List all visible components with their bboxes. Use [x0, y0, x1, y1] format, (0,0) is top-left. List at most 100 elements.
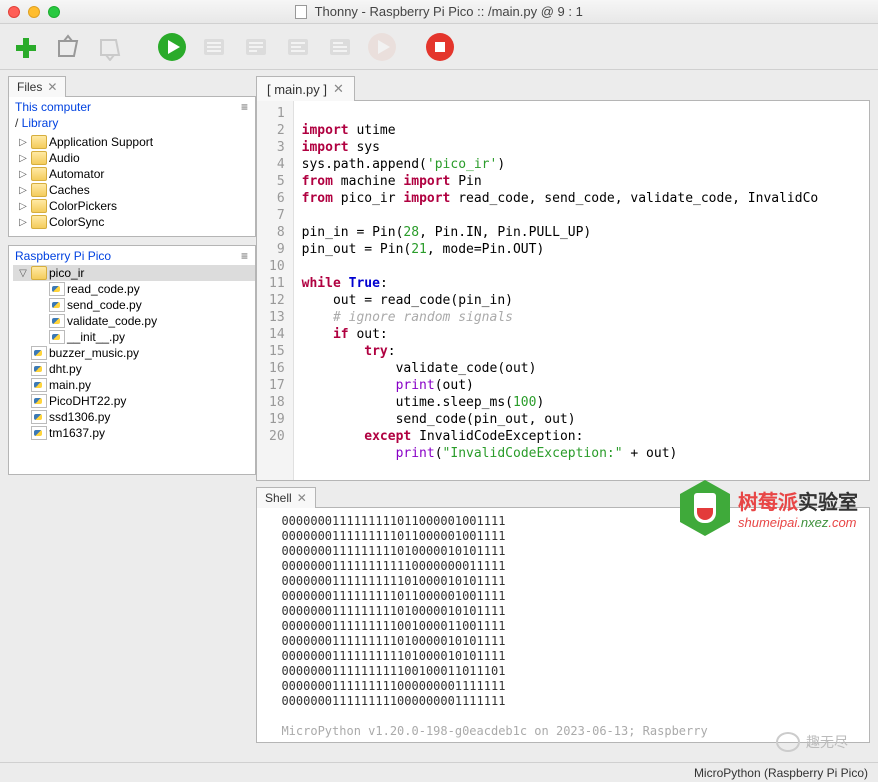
- shell-panel: Shell ✕ 0000000111111111011000001001111 …: [256, 487, 870, 743]
- shell-output[interactable]: 0000000111111111011000001001111 00000001…: [256, 508, 870, 743]
- files-panel: Files ✕ This computer ≡ / Library ▷ Appl…: [8, 76, 256, 237]
- tree-file-item[interactable]: send_code.py: [13, 297, 255, 313]
- python-file-icon: [49, 330, 65, 344]
- tree-item-label: tm1637.py: [49, 426, 105, 440]
- chevron-right-icon[interactable]: ▷: [17, 169, 29, 180]
- pico-header[interactable]: Raspberry Pi Pico ≡: [9, 246, 255, 265]
- tree-file-item[interactable]: read_code.py: [13, 281, 255, 297]
- tree-item-label: main.py: [49, 378, 91, 392]
- tree-folder-item[interactable]: ▷ Application Support: [13, 134, 255, 150]
- editor-area: [ main.py ] ✕ 12345678910111213141516171…: [256, 70, 878, 760]
- code-editor[interactable]: 1234567891011121314151617181920 import u…: [256, 101, 870, 481]
- titlebar: Thonny - Raspberry Pi Pico :: /main.py @…: [0, 0, 878, 24]
- window-title: Thonny - Raspberry Pi Pico :: /main.py @…: [0, 4, 878, 19]
- tree-file-item[interactable]: validate_code.py: [13, 313, 255, 329]
- code-content[interactable]: import utime import sys sys.path.append(…: [294, 101, 827, 480]
- python-file-icon: [31, 362, 47, 376]
- close-window-button[interactable]: [8, 6, 20, 18]
- pico-panel: Raspberry Pi Pico ≡ ▽ pico_ir read_code.…: [8, 245, 256, 475]
- this-computer-header[interactable]: This computer ≡: [9, 97, 255, 116]
- library-link[interactable]: Library: [22, 116, 59, 130]
- step-into-button[interactable]: [282, 31, 314, 63]
- chevron-right-icon[interactable]: ▷: [17, 201, 29, 212]
- maximize-window-button[interactable]: [48, 6, 60, 18]
- run-button[interactable]: [156, 31, 188, 63]
- close-icon[interactable]: ✕: [47, 80, 57, 94]
- tree-file-item[interactable]: tm1637.py: [13, 425, 255, 441]
- statusbar: MicroPython (Raspberry Pi Pico): [0, 762, 878, 782]
- close-icon[interactable]: ✕: [333, 81, 344, 97]
- tree-folder-item[interactable]: ▷ ColorPickers: [13, 198, 255, 214]
- tree-file-item[interactable]: ssd1306.py: [13, 409, 255, 425]
- tree-folder-item[interactable]: ▽ pico_ir: [13, 265, 255, 281]
- line-gutter: 1234567891011121314151617181920: [257, 101, 294, 480]
- chevron-down-icon[interactable]: ▽: [17, 268, 29, 279]
- folder-icon: [31, 199, 47, 213]
- editor-tab-main[interactable]: [ main.py ] ✕: [256, 76, 355, 101]
- python-file-icon: [31, 378, 47, 392]
- main-area: Files ✕ This computer ≡ / Library ▷ Appl…: [0, 70, 878, 760]
- tree-folder-item[interactable]: ▷ Automator: [13, 166, 255, 182]
- stop-button[interactable]: [424, 31, 456, 63]
- folder-icon: [31, 266, 47, 280]
- open-file-button[interactable]: [52, 31, 84, 63]
- close-icon[interactable]: ✕: [297, 491, 307, 505]
- python-file-icon: [31, 410, 47, 424]
- tree-item-label: ssd1306.py: [49, 410, 110, 424]
- resume-button[interactable]: [366, 31, 398, 63]
- folder-icon: [31, 135, 47, 149]
- tree-item-label: read_code.py: [67, 282, 140, 296]
- chevron-right-icon[interactable]: ▷: [17, 217, 29, 228]
- folder-icon: [31, 151, 47, 165]
- tree-item-label: ColorSync: [49, 215, 104, 229]
- files-tab[interactable]: Files ✕: [8, 76, 66, 97]
- tree-folder-item[interactable]: ▷ Caches: [13, 182, 255, 198]
- tree-file-item[interactable]: buzzer_music.py: [13, 345, 255, 361]
- side-panels: Files ✕ This computer ≡ / Library ▷ Appl…: [0, 70, 256, 760]
- save-file-button[interactable]: [94, 31, 126, 63]
- tree-item-label: __init__.py: [67, 330, 125, 344]
- debug-button[interactable]: [198, 31, 230, 63]
- step-over-button[interactable]: [240, 31, 272, 63]
- tree-item-label: send_code.py: [67, 298, 142, 312]
- chevron-right-icon[interactable]: ▷: [17, 137, 29, 148]
- tree-item-label: Audio: [49, 151, 80, 165]
- python-file-icon: [31, 346, 47, 360]
- menu-icon[interactable]: ≡: [241, 249, 249, 263]
- tree-file-item[interactable]: PicoDHT22.py: [13, 393, 255, 409]
- minimize-window-button[interactable]: [28, 6, 40, 18]
- tree-item-label: Caches: [49, 183, 90, 197]
- tree-item-label: pico_ir: [49, 266, 84, 280]
- tree-file-item[interactable]: main.py: [13, 377, 255, 393]
- folder-icon: [31, 183, 47, 197]
- breadcrumb: / Library: [9, 116, 255, 134]
- tree-file-item[interactable]: __init__.py: [13, 329, 255, 345]
- tree-item-label: dht.py: [49, 362, 82, 376]
- tree-file-item[interactable]: dht.py: [13, 361, 255, 377]
- python-file-icon: [49, 298, 65, 312]
- toolbar: [0, 24, 878, 70]
- tree-item-label: validate_code.py: [67, 314, 157, 328]
- tree-item-label: Application Support: [49, 135, 153, 149]
- tree-folder-item[interactable]: ▷ ColorSync: [13, 214, 255, 230]
- chevron-right-icon[interactable]: ▷: [17, 185, 29, 196]
- tree-item-label: ColorPickers: [49, 199, 117, 213]
- shell-tab[interactable]: Shell ✕: [256, 487, 316, 508]
- step-out-button[interactable]: [324, 31, 356, 63]
- document-icon: [295, 5, 307, 19]
- python-file-icon: [31, 426, 47, 440]
- python-file-icon: [49, 282, 65, 296]
- editor-panel: [ main.py ] ✕ 12345678910111213141516171…: [256, 76, 870, 481]
- chevron-right-icon[interactable]: ▷: [17, 153, 29, 164]
- python-file-icon: [31, 394, 47, 408]
- folder-icon: [31, 215, 47, 229]
- window-controls: [8, 6, 60, 18]
- tree-item-label: buzzer_music.py: [49, 346, 139, 360]
- tree-folder-item[interactable]: ▷ Audio: [13, 150, 255, 166]
- menu-icon[interactable]: ≡: [241, 100, 249, 114]
- python-file-icon: [49, 314, 65, 328]
- interpreter-selector[interactable]: MicroPython (Raspberry Pi Pico): [694, 766, 868, 780]
- folder-icon: [31, 167, 47, 181]
- tree-item-label: Automator: [49, 167, 104, 181]
- new-file-button[interactable]: [10, 31, 42, 63]
